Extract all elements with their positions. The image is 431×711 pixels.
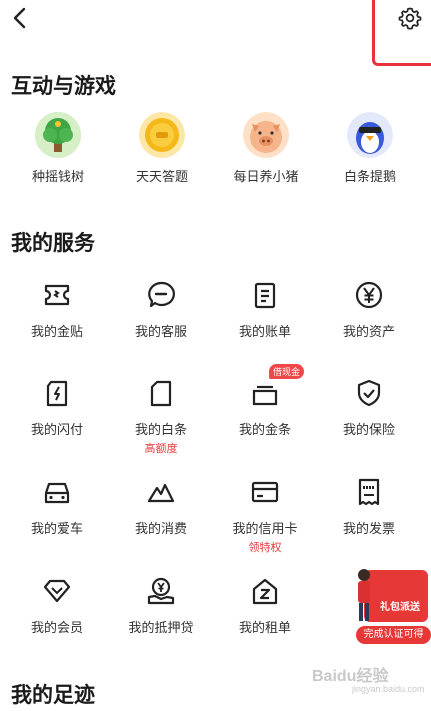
service-label: 我的金条 (238, 422, 291, 437)
chat-bubble-icon (146, 280, 176, 310)
pig-icon (243, 112, 289, 158)
highlight-box (372, 0, 431, 66)
section-title-services: 我的服务 (11, 232, 95, 255)
service-label: 我的发票 (342, 521, 395, 536)
game-label: 白条提鹅 (343, 169, 396, 184)
game-daily-quiz[interactable]: 天天答题 (117, 112, 207, 185)
ticket-icon (42, 280, 72, 310)
document-icon (146, 378, 176, 408)
promo-card-text: 礼包派送 (380, 602, 420, 613)
service-label: 我的租单 (238, 620, 291, 635)
badge-borrow-cash: 借现金 (269, 364, 305, 379)
bill-icon (250, 280, 280, 310)
promo-strip: 完成认证可得 (356, 626, 431, 644)
service-zudan[interactable]: 我的租单 (215, 576, 315, 636)
service-label: 我的金贴 (30, 324, 83, 339)
game-label: 天天答题 (135, 169, 188, 184)
yen-hand-icon (146, 576, 176, 606)
service-zhangdan[interactable]: 我的账单 (215, 280, 315, 340)
service-label: 我的账单 (238, 324, 291, 339)
service-zichan[interactable]: 我的资产 (319, 280, 419, 340)
service-label: 我的闪付 (30, 422, 83, 437)
lightning-card-icon (42, 378, 72, 408)
service-label: 我的爱车 (30, 521, 83, 536)
service-xinyongka[interactable]: 我的信用卡 领特权 (215, 477, 315, 555)
watermark-url: jingyan.baidu.com (352, 684, 425, 694)
service-label: 我的保险 (342, 422, 395, 437)
service-diyadai[interactable]: 我的抵押贷 (111, 576, 211, 636)
penguin-icon (347, 112, 393, 158)
service-xiaofei[interactable]: 我的消费 (111, 477, 211, 537)
service-jintie[interactable]: 我的金贴 (7, 280, 107, 340)
yen-icon (354, 280, 384, 310)
game-penguin[interactable]: 白条提鹅 (325, 112, 415, 185)
top-bar (0, 0, 431, 66)
game-label: 每日养小猪 (233, 169, 299, 184)
receipt-icon (354, 477, 384, 507)
car-icon (42, 477, 72, 507)
service-label: 我的信用卡 (232, 521, 298, 536)
watermark: Baidu经验 (312, 668, 389, 685)
credit-card-icon (250, 477, 280, 507)
house-z-icon (250, 576, 280, 606)
game-pig[interactable]: 每日养小猪 (221, 112, 311, 185)
chevron-left-icon (13, 7, 26, 29)
service-label: 我的白条 (134, 422, 187, 437)
service-jintiao[interactable]: 借现金 我的金条 (215, 364, 315, 438)
game-label: 种摇钱树 (31, 169, 84, 184)
diamond-icon (42, 576, 72, 606)
service-label: 我的资产 (342, 324, 395, 339)
service-fapiao[interactable]: 我的发票 (319, 477, 419, 537)
promo-floating-banner[interactable]: 礼包派送 完成认证可得 (350, 566, 431, 648)
shield-check-icon (354, 378, 384, 408)
service-sublabel: 领特权 (248, 542, 282, 554)
service-kefu[interactable]: 我的客服 (111, 280, 211, 340)
back-button[interactable] (8, 6, 32, 30)
money-tree-icon (35, 112, 81, 158)
service-baitiao[interactable]: 我的白条 高额度 (111, 378, 211, 456)
gold-bar-icon: 借现金 (250, 364, 305, 408)
service-sublabel: 高额度 (144, 443, 178, 455)
service-shanfu[interactable]: 我的闪付 (7, 378, 107, 438)
game-money-tree[interactable]: 种摇钱树 (13, 112, 103, 185)
service-label: 我的客服 (134, 324, 187, 339)
person-illustration-icon (358, 569, 370, 621)
service-label: 我的消费 (134, 521, 187, 536)
service-baoxian[interactable]: 我的保险 (319, 378, 419, 438)
section-title-footprint: 我的足迹 (11, 684, 95, 707)
service-label: 我的抵押贷 (128, 620, 194, 635)
section-title-games: 互动与游戏 (11, 75, 116, 98)
mountain-icon (146, 477, 176, 507)
service-huiyuan[interactable]: 我的会员 (7, 576, 107, 636)
service-label: 我的会员 (30, 620, 83, 635)
gold-coin-quiz-icon (139, 112, 185, 158)
service-aiche[interactable]: 我的爱车 (7, 477, 107, 537)
